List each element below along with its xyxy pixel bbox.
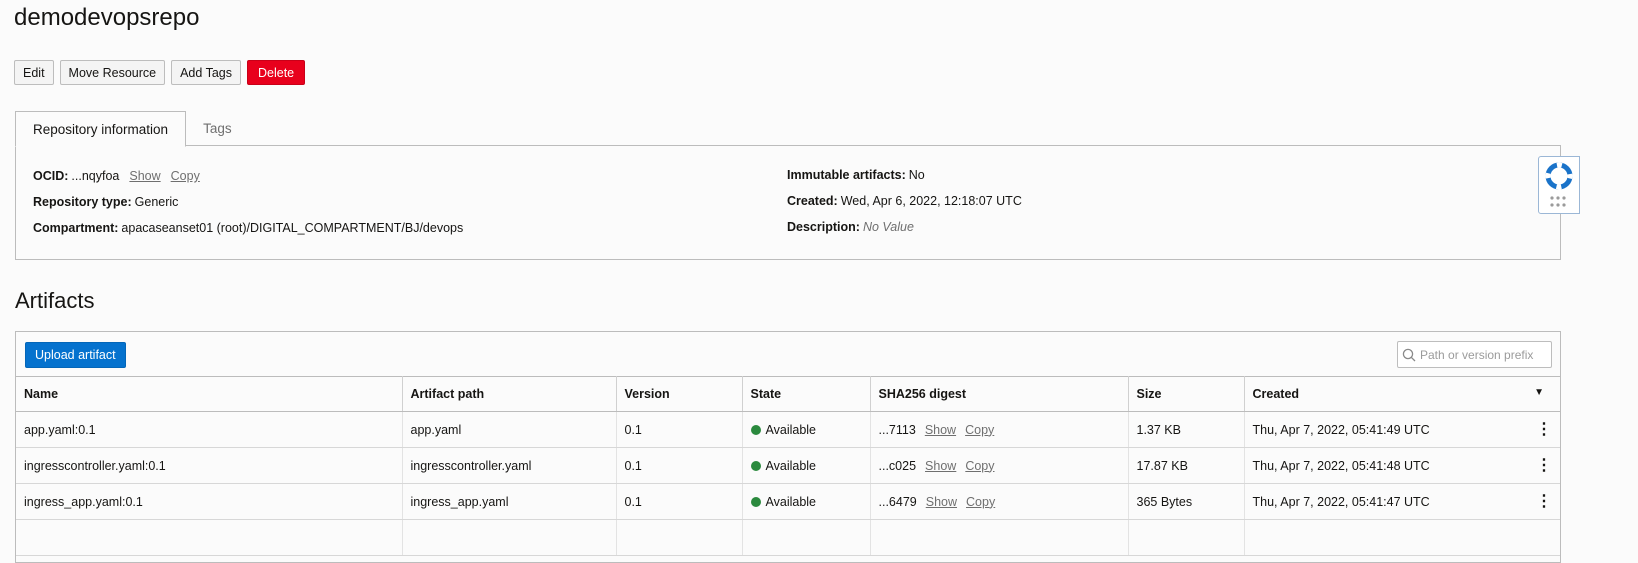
kebab-menu-icon[interactable]: ⋮ bbox=[1536, 493, 1552, 510]
search-icon bbox=[1398, 348, 1420, 362]
status-available-icon bbox=[750, 460, 761, 471]
status-available-icon bbox=[750, 496, 761, 507]
status-available-icon bbox=[750, 424, 761, 435]
caret-down-icon[interactable]: ▼ bbox=[1534, 387, 1544, 398]
immutable-artifacts-label: Immutable artifacts: bbox=[787, 168, 906, 182]
table-row: ingresscontroller.yaml:0.1 ingresscontro… bbox=[16, 447, 1560, 484]
column-header-version[interactable]: Version bbox=[616, 376, 743, 412]
artifact-version-cell: 0.1 bbox=[616, 447, 743, 484]
artifact-size-cell: 1.37 KB bbox=[1128, 411, 1245, 448]
artifacts-table: Name Artifact path Version State SHA256 … bbox=[16, 376, 1560, 556]
page-title: demodevopsrepo bbox=[14, 4, 200, 31]
digest-show-link[interactable]: Show bbox=[926, 495, 957, 509]
ocid-label: OCID: bbox=[33, 169, 69, 183]
artifact-name-cell: ingresscontroller.yaml:0.1 bbox=[16, 447, 403, 484]
edit-button[interactable]: Edit bbox=[14, 60, 54, 85]
immutable-artifacts-value: No bbox=[908, 168, 925, 182]
artifact-digest-value: ...7113 bbox=[878, 422, 916, 437]
table-row bbox=[16, 519, 1560, 556]
description-label: Description: bbox=[787, 220, 860, 234]
move-resource-button[interactable]: Move Resource bbox=[59, 60, 166, 85]
column-header-created-label: Created bbox=[1252, 387, 1300, 401]
column-header-state[interactable]: State bbox=[742, 376, 871, 412]
add-tags-button[interactable]: Add Tags bbox=[171, 60, 241, 85]
artifact-version-cell: 0.1 bbox=[616, 411, 743, 448]
detail-tabs: Repository information Tags bbox=[15, 111, 249, 147]
column-header-created[interactable]: Created ▼ bbox=[1244, 376, 1560, 412]
artifact-state-cell: Available bbox=[742, 447, 871, 484]
drag-handle-icon[interactable] bbox=[1549, 195, 1569, 214]
digest-show-link[interactable]: Show bbox=[925, 423, 956, 437]
artifact-digest-value: ...6479 bbox=[878, 494, 917, 509]
artifact-created-cell: Thu, Apr 7, 2022, 05:41:47 UTC ⋮ bbox=[1244, 483, 1560, 520]
compartment-row: Compartment: apacaseanset01 (root)/DIGITA… bbox=[33, 221, 463, 235]
digest-copy-link[interactable]: Copy bbox=[965, 423, 994, 437]
immutable-artifacts-row: Immutable artifacts: No bbox=[787, 168, 925, 182]
repository-type-row: Repository type: Generic bbox=[33, 195, 178, 209]
artifact-created-cell: Thu, Apr 7, 2022, 05:41:49 UTC ⋮ bbox=[1244, 411, 1560, 448]
artifact-created-text: Thu, Apr 7, 2022, 05:41:47 UTC bbox=[1252, 494, 1430, 509]
compartment-label: Compartment: bbox=[33, 221, 119, 235]
ocid-copy-link[interactable]: Copy bbox=[171, 169, 200, 183]
help-widget[interactable] bbox=[1538, 156, 1580, 214]
artifact-path-cell: ingresscontroller.yaml bbox=[402, 447, 617, 484]
artifact-state-text: Available bbox=[765, 458, 817, 473]
artifact-version-cell: 0.1 bbox=[616, 483, 743, 520]
column-header-artifact-path[interactable]: Artifact path bbox=[402, 376, 617, 412]
action-toolbar: Edit Move Resource Add Tags Delete bbox=[14, 60, 306, 85]
artifacts-table-panel: Upload artifact Name Artifact path Versi… bbox=[15, 331, 1561, 563]
artifact-created-cell: Thu, Apr 7, 2022, 05:41:48 UTC ⋮ bbox=[1244, 447, 1560, 484]
artifact-state-cell: Available bbox=[742, 411, 871, 448]
artifact-search-field[interactable] bbox=[1397, 341, 1552, 368]
artifact-path-cell: app.yaml bbox=[402, 411, 617, 448]
artifact-state-text: Available bbox=[765, 494, 817, 509]
artifact-state-cell: Available bbox=[742, 483, 871, 520]
artifact-digest-cell: ...6479 Show Copy bbox=[870, 483, 1129, 520]
column-header-sha256-digest[interactable]: SHA256 digest bbox=[870, 376, 1129, 412]
description-value: No Value bbox=[862, 220, 914, 234]
delete-button[interactable]: Delete bbox=[247, 60, 306, 85]
table-row: ingress_app.yaml:0.1 ingress_app.yaml 0.… bbox=[16, 483, 1560, 520]
artifact-name-cell: app.yaml:0.1 bbox=[16, 411, 403, 448]
description-row: Description: No Value bbox=[787, 220, 914, 234]
artifact-digest-cell: ...c025 Show Copy bbox=[870, 447, 1129, 484]
ocid-row: OCID: ...nqyfoa Show Copy bbox=[33, 169, 200, 183]
created-value: Wed, Apr 6, 2022, 12:18:07 UTC bbox=[840, 194, 1022, 208]
tab-tags[interactable]: Tags bbox=[186, 111, 249, 145]
created-row: Created: Wed, Apr 6, 2022, 12:18:07 UTC bbox=[787, 194, 1022, 208]
artifact-created-text: Thu, Apr 7, 2022, 05:41:48 UTC bbox=[1252, 458, 1430, 473]
repository-info-panel: OCID: ...nqyfoa Show Copy Repository type: G… bbox=[15, 145, 1561, 260]
digest-copy-link[interactable]: Copy bbox=[966, 495, 995, 509]
kebab-menu-icon[interactable]: ⋮ bbox=[1536, 421, 1552, 438]
upload-artifact-button[interactable]: Upload artifact bbox=[25, 342, 126, 368]
artifact-name-cell: ingress_app.yaml:0.1 bbox=[16, 483, 403, 520]
digest-show-link[interactable]: Show bbox=[925, 459, 956, 473]
created-label: Created: bbox=[787, 194, 838, 208]
tab-repository-information[interactable]: Repository information bbox=[15, 111, 187, 147]
repository-type-label: Repository type: bbox=[33, 195, 132, 209]
artifact-size-cell: 365 Bytes bbox=[1128, 483, 1245, 520]
column-header-size[interactable]: Size bbox=[1128, 376, 1245, 412]
table-header-row: Name Artifact path Version State SHA256 … bbox=[16, 376, 1560, 412]
ocid-show-link[interactable]: Show bbox=[129, 169, 160, 183]
kebab-menu-icon[interactable]: ⋮ bbox=[1536, 457, 1552, 474]
help-lifebuoy-icon[interactable] bbox=[1545, 162, 1573, 195]
digest-copy-link[interactable]: Copy bbox=[965, 459, 994, 473]
artifact-state-text: Available bbox=[765, 422, 817, 437]
column-header-name[interactable]: Name bbox=[16, 376, 403, 412]
ocid-value: ...nqyfoa bbox=[71, 169, 120, 183]
artifact-size-cell: 17.87 KB bbox=[1128, 447, 1245, 484]
artifact-search-input[interactable] bbox=[1420, 347, 1545, 362]
repository-type-value: Generic bbox=[134, 195, 179, 209]
artifact-digest-cell: ...7113 Show Copy bbox=[870, 411, 1129, 448]
artifacts-heading: Artifacts bbox=[15, 288, 95, 313]
artifact-path-cell: ingress_app.yaml bbox=[402, 483, 617, 520]
artifact-digest-value: ...c025 bbox=[878, 458, 917, 473]
artifact-created-text: Thu, Apr 7, 2022, 05:41:49 UTC bbox=[1252, 422, 1430, 437]
compartment-value: apacaseanset01 (root)/DIGITAL_COMPARTMEN… bbox=[121, 221, 464, 235]
table-row: app.yaml:0.1 app.yaml 0.1 Available ...7… bbox=[16, 411, 1560, 448]
